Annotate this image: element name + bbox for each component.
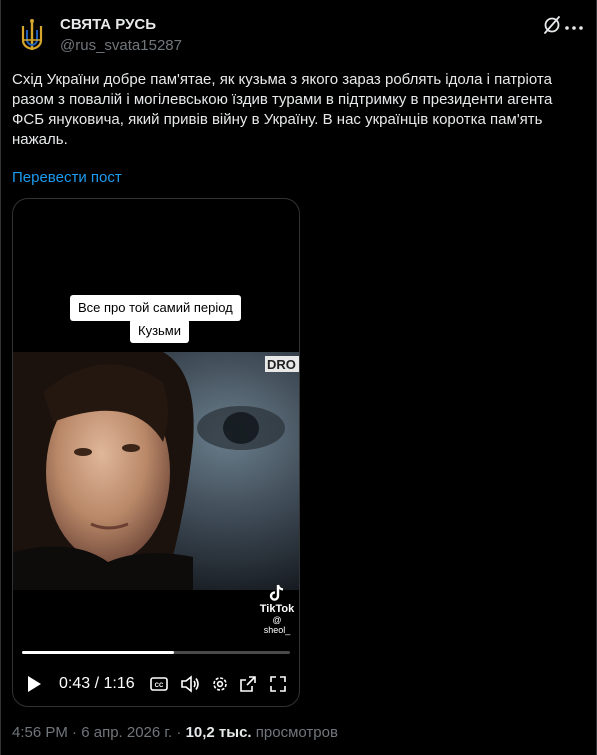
meta-separator-2: · <box>176 724 182 741</box>
tiktok-user: @ sheol_ <box>263 615 291 635</box>
more-options-icon[interactable] <box>563 14 585 36</box>
video-progress-bar[interactable] <box>22 651 290 654</box>
svg-text:CC: CC <box>155 683 164 689</box>
volume-icon[interactable] <box>179 671 201 697</box>
video-frame: DRO <box>13 352 299 590</box>
captions-icon[interactable]: CC <box>149 671 169 697</box>
corner-logo: DRO <box>267 357 296 372</box>
post-meta: 4:56 PM · 6 апр. 2026 г. · 10,2 тыс. про… <box>12 724 338 741</box>
post-date[interactable]: 6 апр. 2026 г. <box>81 724 172 741</box>
video-time: 0:43 / 1:16 <box>59 675 135 692</box>
post-time[interactable]: 4:56 PM <box>12 724 68 741</box>
views-label: просмотров <box>255 724 338 741</box>
video-caption-line2: Кузьми <box>130 319 190 343</box>
translate-post-link[interactable]: Перевести пост <box>12 169 122 186</box>
author-handle[interactable]: @rus_svata15287 <box>60 37 182 54</box>
popout-icon[interactable] <box>237 671 259 697</box>
post-text: Схід України добре пам'ятае, як кузьма з… <box>12 71 553 148</box>
video-controls: 0:43 / 1:16 CC <box>13 671 299 697</box>
post-header: СВЯТА РУСЬ @rus_svata15287 <box>12 10 585 58</box>
views-count: 10,2 тыс. <box>185 724 252 741</box>
tiktok-logo-icon <box>269 584 284 601</box>
left-border <box>0 0 1 755</box>
author-name[interactable]: СВЯТА РУСЬ <box>60 16 156 33</box>
video-progress-fill <box>22 651 174 654</box>
video-caption-line1: Все про той самий період <box>70 295 241 321</box>
grok-icon[interactable] <box>541 14 563 36</box>
settings-gear-icon[interactable] <box>209 671 231 697</box>
fullscreen-icon[interactable] <box>267 671 289 697</box>
meta-separator: · <box>72 724 78 741</box>
avatar[interactable] <box>12 16 52 56</box>
tiktok-watermark: TikTok @ sheol_ <box>259 583 295 635</box>
video-player[interactable]: Все про той самий період Кузьми DRO TikT… <box>12 198 300 707</box>
play-icon[interactable] <box>23 671 45 697</box>
trident-coat-of-arms-icon <box>12 16 52 56</box>
tiktok-label: TikTok <box>259 603 295 615</box>
